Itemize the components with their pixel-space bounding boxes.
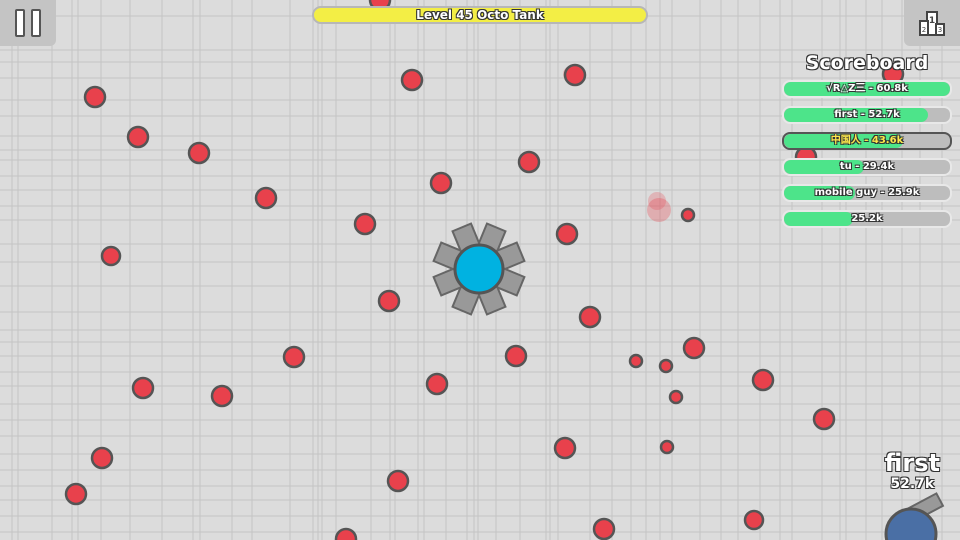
polygon-dot bbox=[64, 482, 88, 506]
player-info: first 52.7k bbox=[885, 450, 940, 492]
polygon-dot bbox=[126, 125, 150, 149]
polygon-dot bbox=[377, 289, 401, 313]
scoreboard-entry: first - 52.7k bbox=[782, 106, 952, 124]
tank-body bbox=[453, 243, 505, 295]
polygon-dot bbox=[812, 407, 836, 431]
score-label: first - 52.7k bbox=[834, 109, 900, 120]
polygon-dot bbox=[659, 439, 675, 455]
ranking-button[interactable]: 1 2 3 bbox=[904, 0, 960, 46]
polygon-dot bbox=[628, 353, 644, 369]
level-text: Level 45 Octo Tank bbox=[416, 8, 544, 22]
player-score: 52.7k bbox=[890, 476, 935, 492]
pause-icon-bar bbox=[31, 9, 41, 37]
podium-digit-1: 1 bbox=[929, 16, 935, 26]
polygon-dot bbox=[83, 85, 107, 109]
polygon-dot bbox=[578, 305, 602, 329]
polygon-dot bbox=[680, 207, 696, 223]
polygon-dot bbox=[131, 376, 155, 400]
polygon-dot bbox=[658, 358, 674, 374]
polygon-dot bbox=[751, 368, 775, 392]
faded-bullet bbox=[648, 192, 666, 210]
pause-icon bbox=[15, 9, 25, 37]
polygon-dot bbox=[563, 63, 587, 87]
polygon-dot bbox=[555, 222, 579, 246]
polygon-dot bbox=[187, 141, 211, 165]
podium-digit-2: 2 bbox=[922, 26, 926, 34]
polygon-dot bbox=[90, 446, 114, 470]
scoreboard-title: Scoreboard bbox=[805, 52, 929, 74]
scoreboard-entry: mobile guy - 25.9k bbox=[782, 184, 952, 202]
polygon-dot bbox=[517, 150, 541, 174]
score-label: 25.2k bbox=[851, 213, 883, 224]
score-label: tu - 29.4k bbox=[839, 161, 895, 172]
polygon-dot bbox=[282, 345, 306, 369]
polygon-dot bbox=[592, 517, 616, 540]
polygon-dot bbox=[386, 469, 410, 493]
polygon-dot bbox=[353, 212, 377, 236]
level-bar: Level 45 Octo Tank bbox=[312, 6, 648, 24]
polygon-dot bbox=[210, 384, 234, 408]
scoreboard-entry-you: 中国人 - 43.6k bbox=[782, 132, 952, 150]
scoreboard-entry: tu - 29.4k bbox=[782, 158, 952, 176]
polygon-dot bbox=[400, 68, 424, 92]
polygon-dot bbox=[425, 372, 449, 396]
score-label: √R△Z三 - 60.8k bbox=[826, 83, 908, 94]
polygon-dot bbox=[334, 527, 358, 540]
score-label: 中国人 - 43.6k bbox=[830, 135, 904, 146]
scoreboard: Scoreboard √R△Z三 - 60.8k first - 52.7k 中… bbox=[782, 52, 952, 236]
polygon-dot bbox=[668, 389, 684, 405]
scoreboard-entry: √R△Z三 - 60.8k bbox=[782, 80, 952, 98]
polygon-dot bbox=[254, 186, 278, 210]
polygon-dot bbox=[504, 344, 528, 368]
podium-digit-3: 3 bbox=[938, 26, 942, 34]
podium-icon: 1 2 3 bbox=[919, 11, 945, 36]
score-label: mobile guy - 25.9k bbox=[814, 187, 920, 198]
player-name: first bbox=[884, 449, 940, 477]
polygon-dot bbox=[429, 171, 453, 195]
polygon-dot bbox=[743, 509, 765, 531]
polygon-dot bbox=[682, 336, 706, 360]
scoreboard-entry: 25.2k bbox=[782, 210, 952, 228]
polygon-dot bbox=[100, 245, 122, 267]
pause-button[interactable] bbox=[0, 0, 56, 46]
polygon-dot bbox=[553, 436, 577, 460]
